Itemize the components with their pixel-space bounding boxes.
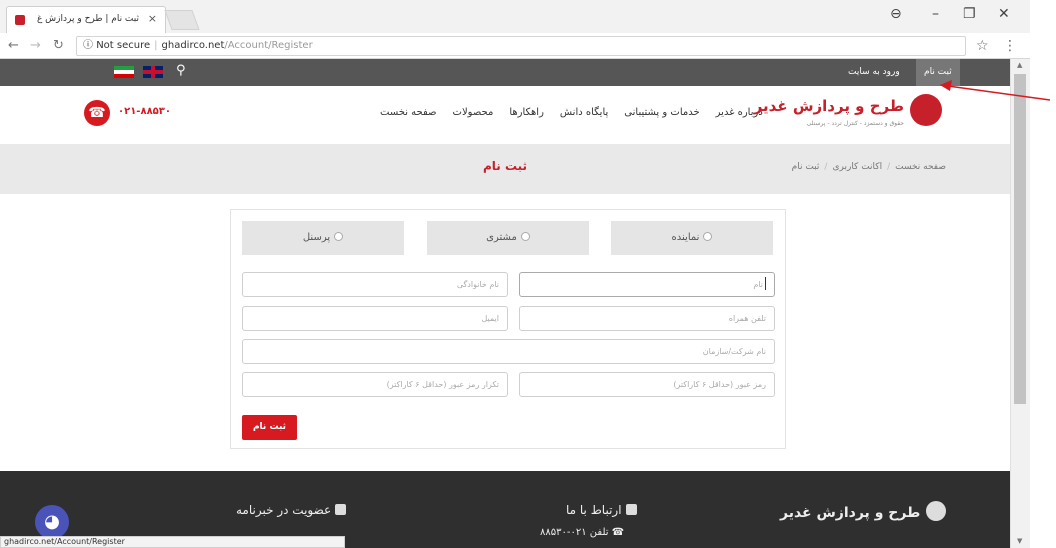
annotation-arrow-icon bbox=[940, 80, 1051, 101]
screen: ثبت نام | طرح و پردازش غ × ⊖ – ❐ ✕ ← → ↻… bbox=[0, 0, 1056, 548]
